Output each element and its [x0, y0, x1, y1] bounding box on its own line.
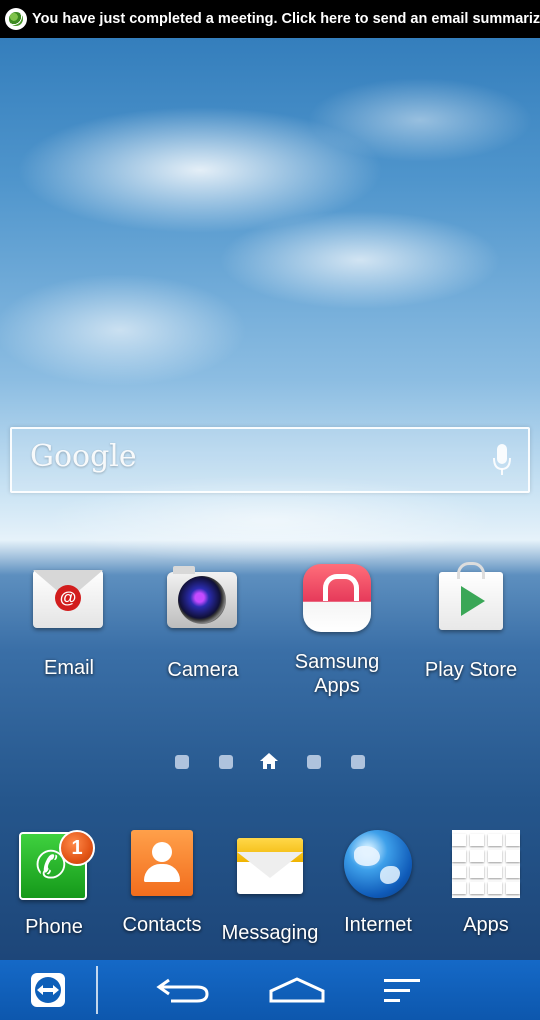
- app-label: Email: [43, 657, 94, 679]
- dock-apps[interactable]: Apps: [432, 828, 540, 937]
- dock-label: Apps: [463, 914, 509, 936]
- home-page-icon[interactable]: [259, 751, 279, 771]
- messaging-icon: [237, 838, 303, 894]
- page-dot[interactable]: [219, 755, 233, 769]
- dock-label: Messaging: [221, 922, 319, 944]
- back-icon: [156, 978, 209, 1003]
- teamviewer-meeting-icon: [5, 8, 27, 30]
- contacts-icon: [131, 830, 193, 896]
- menu-icon: [384, 979, 420, 1002]
- apps-grid-icon: [452, 830, 520, 898]
- app-play-store[interactable]: Play Store: [406, 562, 536, 682]
- teamviewer-icon: [31, 973, 65, 1007]
- app-samsung-apps[interactable]: Samsung Apps: [272, 562, 402, 698]
- menu-button[interactable]: [372, 968, 432, 1012]
- email-icon: @: [33, 570, 103, 628]
- dock-label: Internet: [344, 914, 412, 936]
- play-store-icon: [439, 562, 503, 630]
- app-label: Samsung Apps: [294, 651, 380, 697]
- app-label: Play Store: [424, 659, 518, 681]
- navigation-bar: [0, 960, 540, 1020]
- internet-icon: [344, 830, 412, 898]
- dock-label: Phone: [25, 916, 83, 938]
- page-dot[interactable]: [307, 755, 321, 769]
- microphone-icon[interactable]: [492, 443, 512, 477]
- app-email[interactable]: @ Email: [4, 562, 134, 680]
- dock-phone[interactable]: ✆ 1 Phone: [0, 828, 108, 939]
- dock-internet[interactable]: Internet: [324, 828, 432, 937]
- dock-label: Contacts: [122, 914, 202, 936]
- page-dot[interactable]: [351, 755, 365, 769]
- page-indicator: [0, 750, 540, 774]
- dock-contacts[interactable]: Contacts: [108, 828, 216, 937]
- google-logo: Google: [30, 439, 137, 474]
- google-search-bar[interactable]: Google: [10, 427, 530, 493]
- home-button[interactable]: [262, 968, 332, 1012]
- app-label: Camera: [167, 659, 239, 681]
- nav-divider: [96, 966, 98, 1014]
- dock-messaging[interactable]: Messaging: [216, 828, 324, 945]
- app-camera[interactable]: Camera: [138, 562, 268, 682]
- missed-call-badge: 1: [59, 830, 95, 866]
- notification-bar[interactable]: You have just completed a meeting. Click…: [0, 0, 540, 38]
- home-icon: [269, 977, 325, 1003]
- back-button[interactable]: [150, 968, 216, 1012]
- samsung-apps-icon: [303, 564, 371, 632]
- notification-text[interactable]: You have just completed a meeting. Click…: [32, 11, 540, 27]
- page-dot[interactable]: [175, 755, 189, 769]
- teamviewer-button[interactable]: [24, 968, 72, 1012]
- camera-icon: [167, 566, 237, 628]
